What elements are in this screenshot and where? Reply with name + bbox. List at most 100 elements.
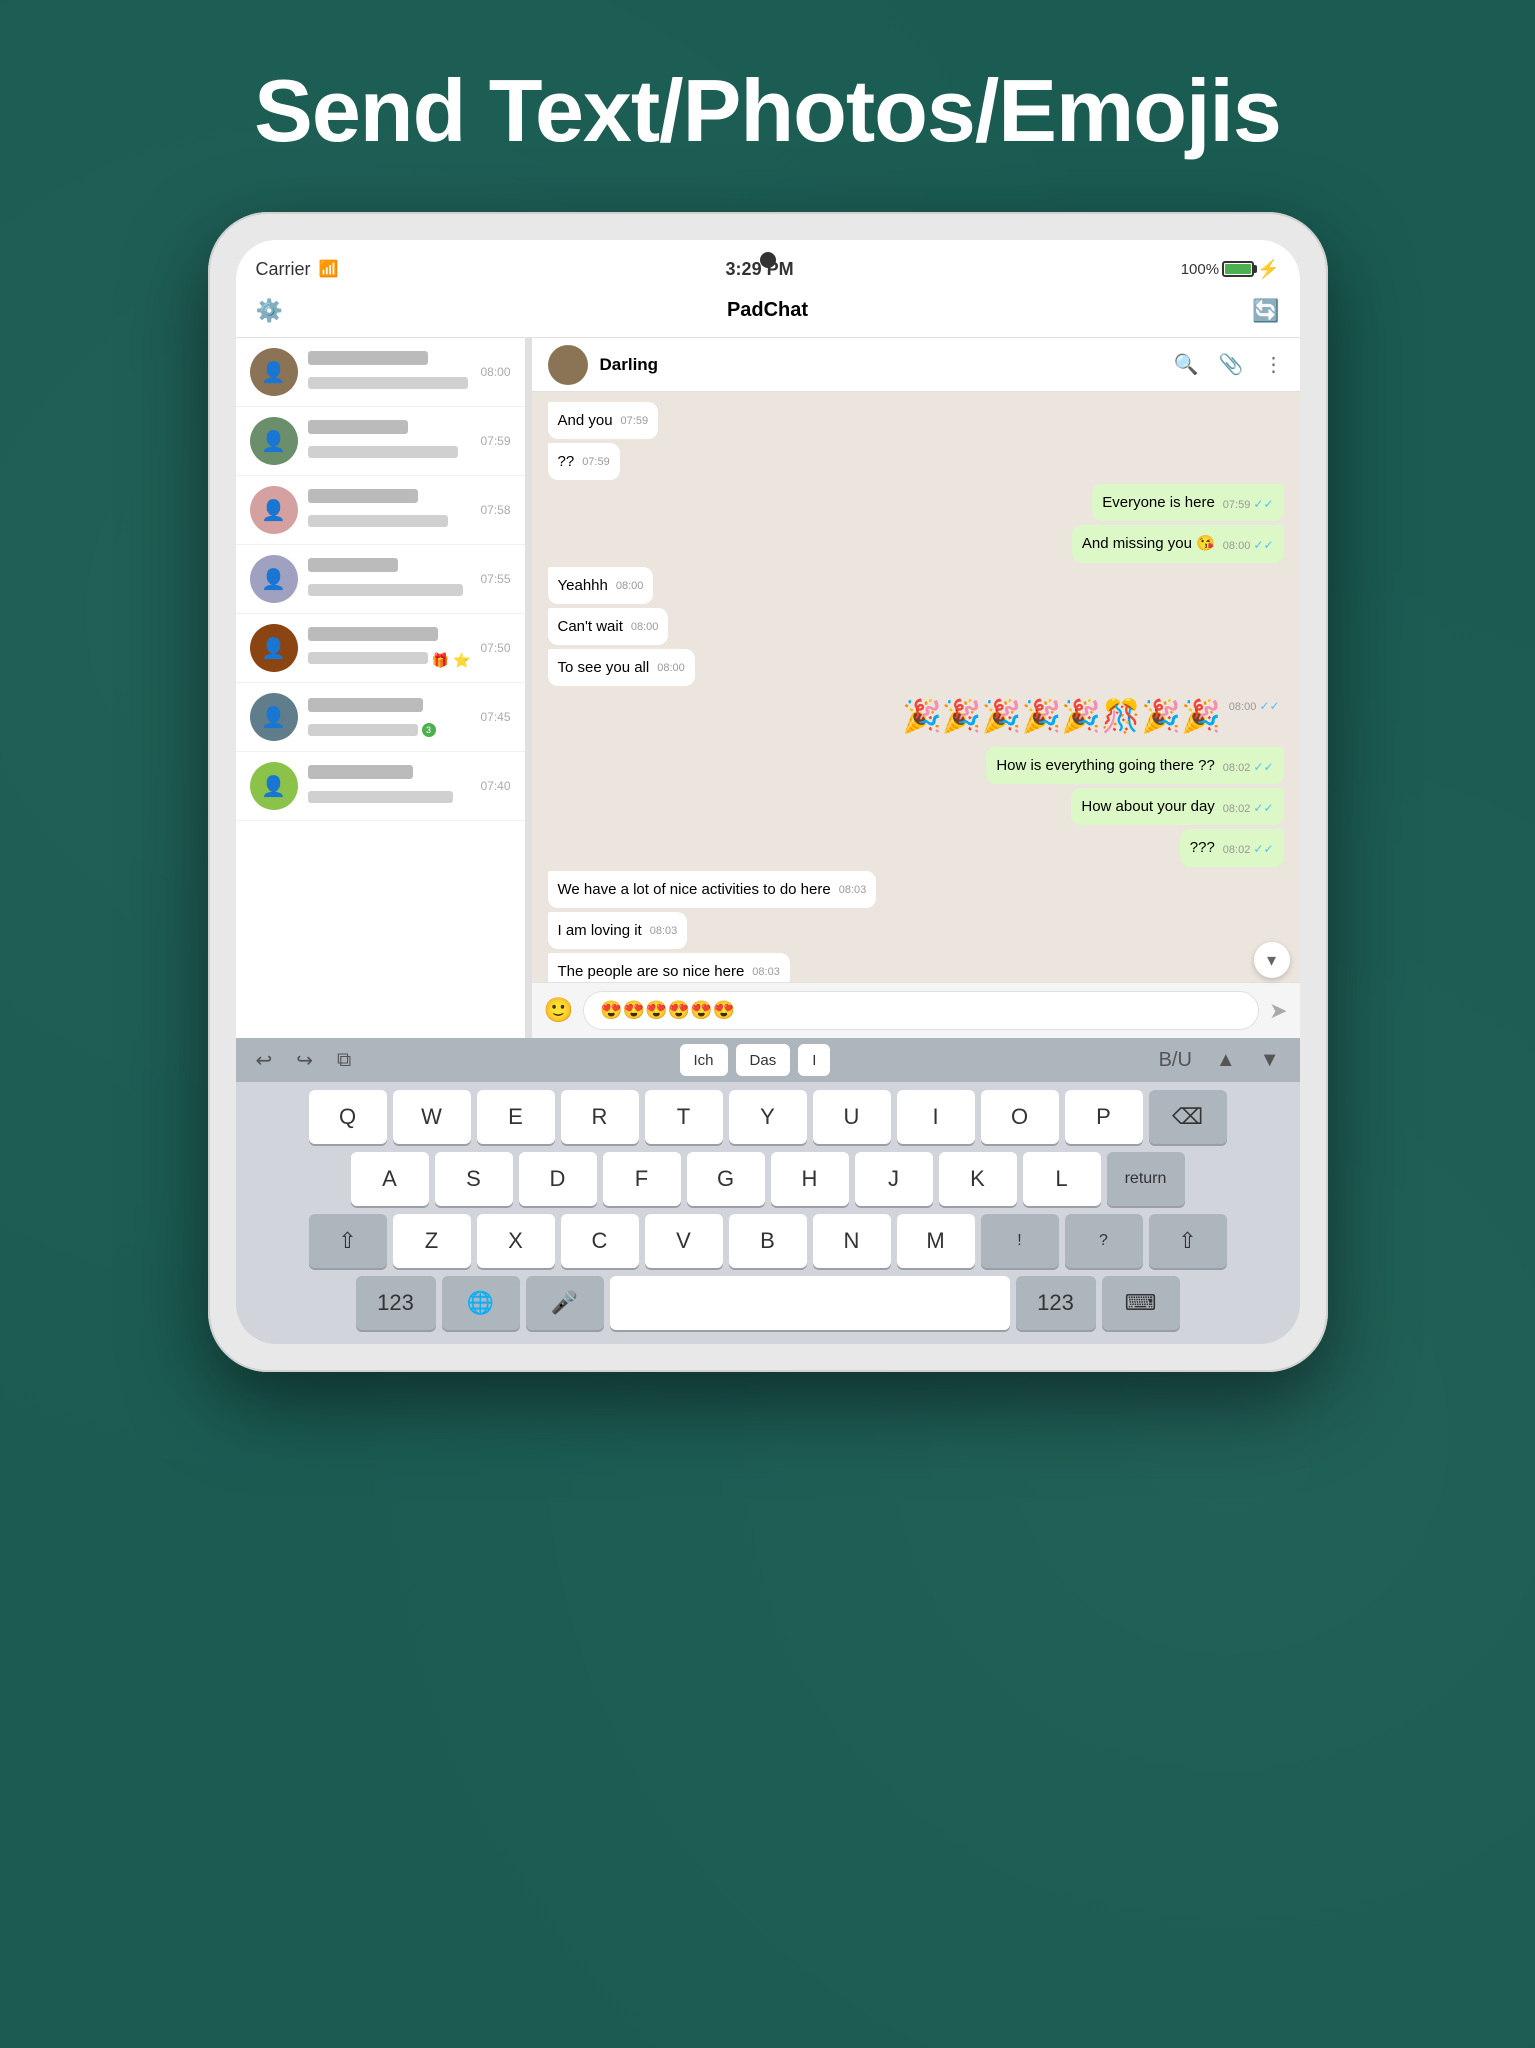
numbers-key-left[interactable]: 123 [356, 1276, 436, 1330]
undo-icon[interactable]: ↩ [248, 1044, 281, 1077]
key-t[interactable]: T [645, 1090, 723, 1144]
chat-info [308, 489, 471, 532]
chat-info [308, 351, 471, 394]
message-time: 08:00 ✓✓ [1229, 698, 1280, 715]
suggestion-ich[interactable]: Ich [680, 1044, 728, 1076]
message-ticks: ✓✓ [1253, 760, 1273, 774]
key-m[interactable]: M [897, 1214, 975, 1268]
key-w[interactable]: W [393, 1090, 471, 1144]
key-d[interactable]: D [519, 1152, 597, 1206]
message-text: ??? [1190, 839, 1215, 856]
chat-name [308, 420, 408, 434]
key-k[interactable]: K [939, 1152, 1017, 1206]
app-header: ⚙️ PadChat 🔄 [236, 284, 1300, 338]
key-y[interactable]: Y [729, 1090, 807, 1144]
wifi-icon: 📶 [319, 259, 339, 279]
status-left: Carrier 📶 [256, 259, 339, 280]
arrow-down-icon[interactable]: ▼ [1252, 1045, 1288, 1076]
app-title: PadChat [727, 299, 808, 322]
key-a[interactable]: A [351, 1152, 429, 1206]
list-item[interactable]: 👤 3 07:45 [236, 683, 525, 752]
message-input-field[interactable]: 😍😍😍😍😍😍 [583, 991, 1259, 1030]
message-bubble: We have a lot of nice activities to do h… [548, 871, 877, 908]
refresh-icon[interactable]: 🔄 [1252, 298, 1279, 324]
list-item[interactable]: 👤 07:58 [236, 476, 525, 545]
key-n[interactable]: N [813, 1214, 891, 1268]
message-text: Yeahhh [558, 577, 608, 594]
microphone-key[interactable]: 🎤 [526, 1276, 604, 1330]
space-key[interactable] [610, 1276, 1010, 1330]
message-text: Can't wait [558, 618, 623, 635]
key-r[interactable]: R [561, 1090, 639, 1144]
key-e[interactable]: E [477, 1090, 555, 1144]
key-h[interactable]: H [771, 1152, 849, 1206]
shift-key-right[interactable]: ⇧ [1149, 1214, 1227, 1268]
tablet-device: Carrier 📶 3:29 PM 100% ⚡ ⚙️ PadChat 🔄 [208, 212, 1328, 1372]
key-i[interactable]: I [897, 1090, 975, 1144]
chat-info [308, 420, 471, 463]
message-bubble: I am loving it 08:03 [548, 912, 688, 949]
key-f[interactable]: F [603, 1152, 681, 1206]
message-bubble: To see you all 08:00 [548, 649, 695, 686]
message-time: 08:00 [631, 620, 659, 635]
chat-time: 07:50 [480, 641, 510, 655]
key-q[interactable]: Q [309, 1090, 387, 1144]
key-l[interactable]: L [1023, 1152, 1101, 1206]
key-b[interactable]: B [729, 1214, 807, 1268]
send-button[interactable]: ➤ [1269, 998, 1287, 1024]
chat-time: 07:40 [480, 779, 510, 793]
arrow-up-icon[interactable]: ▲ [1208, 1045, 1244, 1076]
chat-time: 07:59 [480, 434, 510, 448]
key-row-3: ⇧ Z X C V B N M ! ? ⇧ [242, 1214, 1294, 1268]
search-icon[interactable]: 🔍 [1174, 352, 1199, 377]
globe-key[interactable]: 🌐 [442, 1276, 520, 1330]
backspace-key[interactable]: ⌫ [1149, 1090, 1227, 1144]
keyboard-hide-key[interactable]: ⌨ [1102, 1276, 1180, 1330]
messages-container: And you 07:59 ?? 07:59 Everyone is here … [532, 392, 1300, 982]
bold-underline-button[interactable]: B/U [1151, 1045, 1200, 1076]
message-text: To see you all [558, 659, 650, 676]
key-z[interactable]: Z [393, 1214, 471, 1268]
shift-key[interactable]: ⇧ [309, 1214, 387, 1268]
list-item[interactable]: 👤 🎁⭐ 07:50 [236, 614, 525, 683]
list-item[interactable]: 👤 07:59 [236, 407, 525, 476]
message-text: How about your day [1081, 798, 1214, 815]
key-g[interactable]: G [687, 1152, 765, 1206]
return-key[interactable]: return [1107, 1152, 1185, 1206]
message-time: 08:00 [616, 579, 644, 594]
key-u[interactable]: U [813, 1090, 891, 1144]
battery-fill [1225, 264, 1251, 274]
message-text: We have a lot of nice activities to do h… [558, 881, 831, 898]
key-v[interactable]: V [645, 1214, 723, 1268]
avatar: 👤 [250, 348, 298, 396]
key-c[interactable]: C [561, 1214, 639, 1268]
list-item[interactable]: 👤 08:00 [236, 338, 525, 407]
key-s[interactable]: S [435, 1152, 513, 1206]
suggestion-das[interactable]: Das [736, 1044, 791, 1076]
numbers-key-right[interactable]: 123 [1016, 1276, 1096, 1330]
chat-area: Darling 🔍 📎 ⋮ And you 07:59 ?? [532, 338, 1300, 1038]
chat-info [308, 558, 471, 601]
list-item[interactable]: 👤 07:55 [236, 545, 525, 614]
exclamation-key[interactable]: ! [981, 1214, 1059, 1268]
copy-icon[interactable]: ⧉ [329, 1045, 359, 1076]
key-x[interactable]: X [477, 1214, 555, 1268]
battery-indicator: 100% ⚡ [1181, 259, 1280, 280]
key-o[interactable]: O [981, 1090, 1059, 1144]
key-row-4: 123 🌐 🎤 123 ⌨ [242, 1276, 1294, 1330]
more-options-icon[interactable]: ⋮ [1264, 352, 1284, 377]
emoji-button[interactable]: 🙂 [544, 996, 574, 1025]
message-time: 07:59 ✓✓ [1223, 496, 1274, 513]
list-item[interactable]: 👤 07:40 [236, 752, 525, 821]
question-key[interactable]: ? [1065, 1214, 1143, 1268]
suggestion-i[interactable]: I [798, 1044, 830, 1076]
chat-info: 🎁⭐ [308, 627, 471, 669]
scroll-to-bottom-button[interactable]: ▾ [1254, 942, 1290, 978]
message-bubble: The people are so nice here 08:03 [548, 953, 790, 982]
redo-icon[interactable]: ↪ [288, 1044, 321, 1077]
key-p[interactable]: P [1065, 1090, 1143, 1144]
message-time: 07:59 [621, 414, 649, 429]
attachment-icon[interactable]: 📎 [1219, 352, 1244, 377]
settings-icon[interactable]: ⚙️ [256, 298, 283, 324]
key-j[interactable]: J [855, 1152, 933, 1206]
